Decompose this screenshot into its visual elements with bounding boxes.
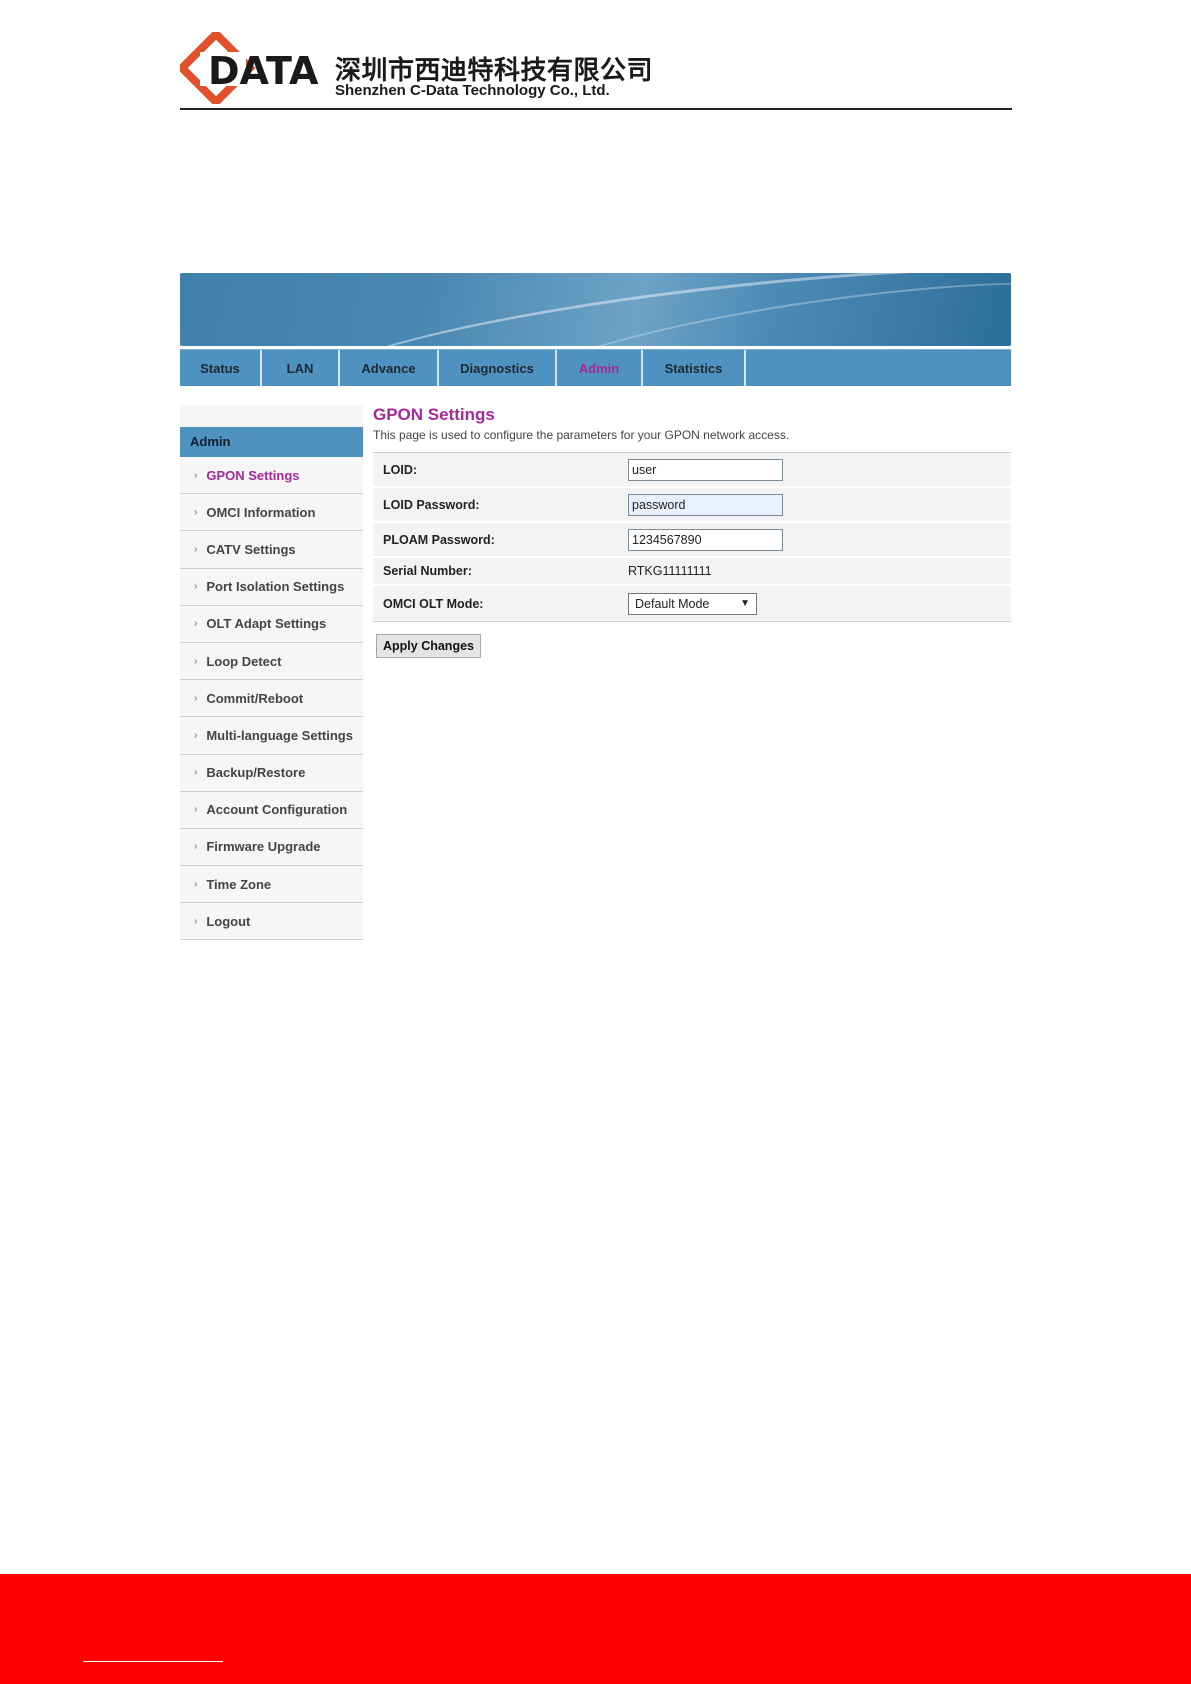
- main-panel: GPON Settings This page is used to confi…: [373, 405, 1011, 658]
- sidebar-item-olt-adapt-settings[interactable]: › OLT Adapt Settings: [180, 606, 363, 643]
- caret-down-icon: ▼: [740, 598, 750, 609]
- chevron-right-icon: ›: [194, 841, 198, 853]
- serial-number-value: RTKG11111111: [628, 564, 712, 578]
- tab-diagnostics[interactable]: Diagnostics: [439, 350, 557, 386]
- form-row-loid-password: LOID Password:: [373, 488, 1011, 523]
- tab-status[interactable]: Status: [180, 350, 262, 386]
- company-logo: DATA: [180, 32, 319, 104]
- sidebar-item-backup-restore[interactable]: › Backup/Restore: [180, 755, 363, 792]
- sidebar-item-commit-reboot[interactable]: › Commit/Reboot: [180, 680, 363, 718]
- form-row-serial-number: Serial Number: RTKG11111111: [373, 558, 1011, 586]
- sidebar-item-multi-language-settings[interactable]: › Multi-language Settings: [180, 717, 363, 755]
- chevron-right-icon: ›: [194, 655, 198, 667]
- chevron-right-icon: ›: [194, 506, 198, 518]
- loid-input[interactable]: [628, 458, 783, 481]
- sidebar-item-account-configuration[interactable]: › Account Configuration: [180, 792, 363, 829]
- sidebar-item-time-zone[interactable]: › Time Zone: [180, 866, 363, 904]
- form-row-loid: LOID:: [373, 453, 1011, 488]
- document-header: DATA 深圳市西迪特科技有限公司 Shenzhen C-Data Techno…: [180, 32, 1012, 110]
- tab-statistics[interactable]: Statistics: [643, 350, 746, 386]
- form-row-ploam-password: PLOAM Password:: [373, 523, 1011, 558]
- chevron-right-icon: ›: [194, 729, 198, 741]
- top-navigation: Status LAN Advance Diagnostics Admin Sta…: [180, 349, 1011, 386]
- sidebar-item-loop-detect[interactable]: › Loop Detect: [180, 643, 363, 681]
- footer-divider: [83, 1661, 223, 1662]
- sidebar-item-logout[interactable]: › Logout: [180, 903, 363, 941]
- page-title: GPON Settings: [373, 405, 495, 424]
- apply-changes-button[interactable]: Apply Changes: [376, 634, 481, 658]
- loid-label: LOID:: [383, 462, 418, 477]
- chevron-right-icon: ›: [194, 581, 198, 593]
- chevron-right-icon: ›: [194, 469, 198, 481]
- sidebar-item-omci-information[interactable]: › OMCI Information: [180, 494, 363, 532]
- sidebar-item-gpon-settings[interactable]: › GPON Settings: [180, 457, 363, 495]
- tab-admin[interactable]: Admin: [557, 350, 643, 386]
- chevron-right-icon: ›: [194, 804, 198, 816]
- logo-text: DATA: [208, 49, 319, 93]
- loid-password-label: LOID Password:: [383, 497, 480, 512]
- omci-olt-mode-label: OMCI OLT Mode:: [383, 596, 484, 611]
- ploam-password-label: PLOAM Password:: [383, 532, 495, 547]
- sidebar-item-port-isolation-settings[interactable]: › Port Isolation Settings: [180, 569, 363, 606]
- chevron-right-icon: ›: [194, 618, 198, 630]
- company-name-en: Shenzhen C-Data Technology Co., Ltd.: [335, 82, 610, 99]
- ploam-password-input[interactable]: [628, 528, 783, 551]
- tab-advance[interactable]: Advance: [340, 350, 439, 386]
- chevron-right-icon: ›: [194, 915, 198, 927]
- sidebar: Admin › GPON Settings › OMCI Information ›…: [180, 405, 363, 941]
- omci-olt-mode-selected: Default Mode: [635, 596, 710, 611]
- chevron-right-icon: ›: [194, 692, 198, 704]
- tab-lan[interactable]: LAN: [262, 350, 340, 386]
- chevron-right-icon: ›: [194, 543, 198, 555]
- omci-olt-mode-select[interactable]: Default Mode ▼: [628, 592, 757, 615]
- sidebar-item-catv-settings[interactable]: › CATV Settings: [180, 531, 363, 569]
- gpon-settings-form: LOID: LOID Password: PLOAM Password: Ser…: [373, 452, 1011, 622]
- form-row-omci-olt-mode: OMCI OLT Mode: Default Mode ▼: [373, 586, 1011, 621]
- chevron-right-icon: ›: [194, 878, 198, 890]
- page-description: This page is used to configure the param…: [373, 428, 790, 442]
- serial-number-label: Serial Number:: [383, 564, 472, 578]
- router-web-ui: Status LAN Advance Diagnostics Admin Sta…: [180, 273, 1011, 941]
- loid-password-input[interactable]: [628, 493, 783, 516]
- chevron-right-icon: ›: [194, 767, 198, 779]
- sidebar-item-firmware-upgrade[interactable]: › Firmware Upgrade: [180, 829, 363, 867]
- header-banner: [180, 273, 1011, 346]
- sidebar-heading: Admin: [180, 427, 363, 457]
- page-footer: [0, 1574, 1191, 1684]
